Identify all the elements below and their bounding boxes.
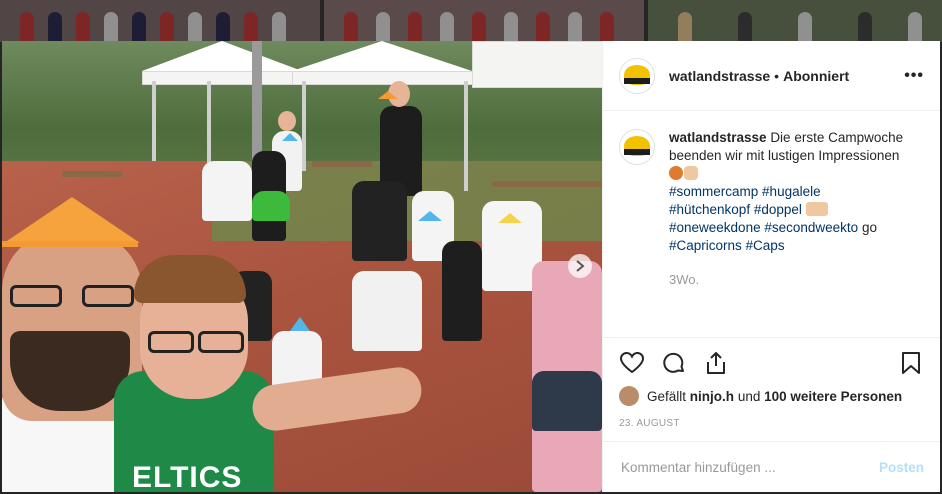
username-link[interactable]: watlandstrasse	[669, 68, 770, 84]
hashtag-link[interactable]: #hugalele	[762, 184, 821, 199]
liker-username[interactable]: ninjo.h	[690, 389, 734, 404]
bookmark-icon[interactable]	[898, 350, 924, 376]
caption-tail: go	[861, 220, 877, 235]
flexed-biceps-emoji-icon	[684, 166, 698, 180]
likes-summary: Gefällt ninjo.h und 100 weitere Personen	[619, 386, 924, 406]
likes-others[interactable]: 100 weitere Personen	[764, 389, 902, 404]
comment-input[interactable]	[619, 458, 879, 476]
post-modal: ELTICS watlandstrasse • Abonniert ••• wa…	[2, 41, 940, 492]
action-icons	[619, 348, 924, 378]
post-date[interactable]: 23. AUGUST	[619, 418, 924, 429]
tent	[472, 41, 602, 88]
basketball-emoji-icon	[669, 166, 683, 180]
pointing-hands-emoji-icon	[805, 202, 828, 216]
liker-avatar[interactable]	[619, 386, 639, 406]
caption: watlandstrasse Die erste Campwoche beend…	[603, 113, 940, 333]
comment-bar: Posten	[603, 441, 940, 492]
post-button[interactable]: Posten	[879, 460, 924, 475]
man-beard	[10, 331, 130, 411]
tent-roof	[292, 41, 472, 71]
post-photo[interactable]: ELTICS	[2, 41, 602, 492]
jersey-text: ELTICS	[132, 461, 243, 492]
background-feed-strip	[0, 0, 942, 42]
separator-dot: •	[774, 67, 780, 84]
tent-roof	[142, 41, 302, 71]
follow-status[interactable]: Abonniert	[783, 68, 849, 84]
time-ago[interactable]: 3Wo.	[669, 271, 919, 289]
background-tile	[324, 0, 644, 42]
hashtag-link[interactable]: #Caps	[746, 238, 785, 253]
caption-avatar[interactable]	[619, 129, 655, 165]
next-arrow-icon[interactable]	[568, 254, 592, 278]
avatar[interactable]	[619, 57, 655, 94]
likes-connector: und	[737, 388, 761, 404]
tent	[142, 71, 304, 85]
kid	[352, 181, 407, 261]
comment-icon[interactable]	[661, 350, 687, 376]
hashtag-link[interactable]: #secondweekto	[764, 220, 858, 235]
boy-hair	[134, 255, 246, 303]
hashtag-link[interactable]: #hütchenkopf	[669, 202, 750, 217]
likes-prefix: Gefällt	[647, 388, 687, 404]
kid	[442, 241, 482, 341]
kid	[352, 271, 422, 351]
tent	[292, 71, 474, 85]
hashtag-link[interactable]: #sommercamp	[669, 184, 758, 199]
more-icon[interactable]: •••	[904, 67, 924, 85]
caption-username[interactable]: watlandstrasse	[669, 130, 767, 145]
post-sidebar: watlandstrasse • Abonniert ••• watlandst…	[602, 41, 940, 492]
caption-body: watlandstrasse Die erste Campwoche beend…	[669, 129, 919, 333]
hashtag-link[interactable]: #Capricorns	[669, 238, 742, 253]
hashtag-link[interactable]: #doppel	[754, 202, 802, 217]
heart-icon[interactable]	[619, 350, 645, 376]
kid	[202, 161, 252, 221]
hashtag-link[interactable]: #oneweekdone	[669, 220, 761, 235]
share-icon[interactable]	[703, 350, 729, 376]
background-tile	[0, 0, 320, 42]
orange-cone-hat	[4, 197, 140, 243]
background-tile	[648, 0, 942, 42]
post-header: watlandstrasse • Abonniert •••	[603, 41, 940, 111]
action-bar: Gefällt ninjo.h und 100 weitere Personen…	[603, 337, 940, 429]
